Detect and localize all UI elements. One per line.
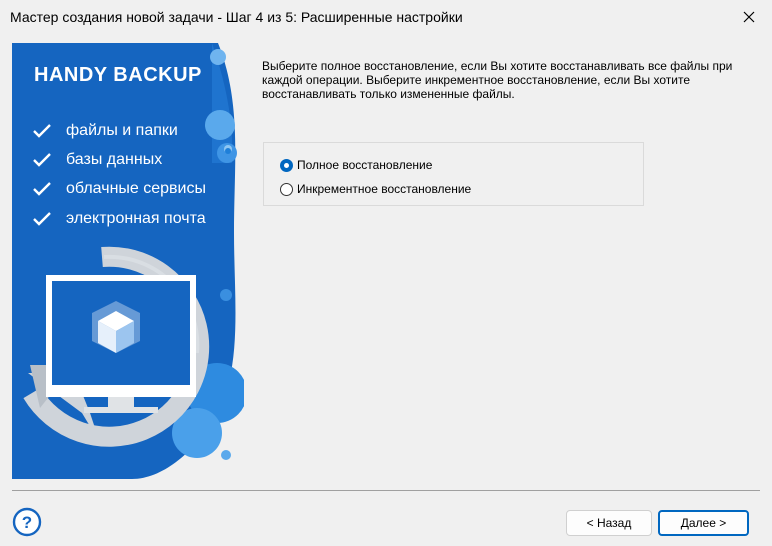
window-title: Мастер создания новой задачи - Шаг 4 из … — [10, 9, 463, 25]
banner-artwork — [12, 43, 244, 479]
feature-item: электронная почта — [32, 208, 242, 230]
radio-button-unchecked[interactable] — [280, 182, 293, 196]
title-bar: Мастер создания новой задачи - Шаг 4 из … — [0, 0, 772, 36]
help-button[interactable]: ? — [12, 507, 42, 537]
feature-label: базы данных — [66, 151, 163, 168]
feature-label: электронная почта — [66, 210, 206, 227]
check-icon — [33, 182, 51, 196]
feature-label: файлы и папки — [66, 122, 178, 139]
product-banner: HANDY BACKUP файлы и папки базы данных о… — [12, 43, 244, 479]
check-icon — [33, 212, 51, 226]
close-icon — [743, 11, 755, 23]
step-description: Выберите полное восстановление, если Вы … — [262, 59, 733, 101]
footer-divider — [12, 490, 760, 491]
help-icon: ? — [12, 507, 42, 537]
restore-mode-group: Полное восстановление Инкрементное восст… — [263, 142, 644, 206]
feature-item: базы данных — [32, 149, 242, 171]
radio-button-checked[interactable] — [280, 158, 293, 172]
close-button[interactable] — [726, 0, 772, 34]
radio-label: Инкрементное восстановление — [297, 182, 472, 196]
next-button[interactable]: Далее > — [658, 510, 749, 536]
back-button[interactable]: < Назад — [566, 510, 652, 536]
radio-full-restore[interactable]: Полное восстановление — [280, 155, 432, 175]
svg-text:?: ? — [22, 513, 32, 532]
feature-item: облачные сервисы — [32, 178, 242, 200]
check-icon — [33, 153, 51, 167]
feature-item: файлы и папки — [32, 120, 242, 142]
check-icon — [33, 124, 51, 138]
radio-incremental-restore[interactable]: Инкрементное восстановление — [280, 179, 471, 199]
logo: HANDY BACKUP — [34, 64, 202, 86]
feature-label: облачные сервисы — [66, 180, 206, 197]
radio-label: Полное восстановление — [297, 158, 433, 172]
